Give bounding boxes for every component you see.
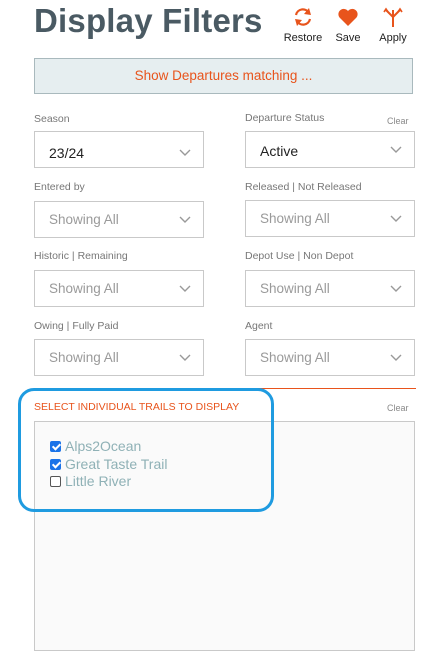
apply-button[interactable]: Apply <box>371 6 415 44</box>
released-value: Showing All <box>260 211 330 226</box>
owing-value: Showing All <box>49 350 119 365</box>
departure-status-value: Active <box>260 143 299 159</box>
restore-label: Restore <box>283 32 323 44</box>
departure-status-clear-link[interactable]: Clear <box>387 116 409 126</box>
chevron-down-icon <box>179 216 191 223</box>
depot-select[interactable]: Showing All <box>245 270 415 307</box>
chevron-down-icon <box>179 149 191 156</box>
released-select[interactable]: Showing All <box>245 200 415 237</box>
selection-highlight-outline <box>18 388 274 512</box>
depot-value: Showing All <box>260 281 330 296</box>
agent-label: Agent <box>245 320 273 332</box>
chevron-down-icon <box>390 285 402 292</box>
chevron-down-icon <box>179 285 191 292</box>
depot-label: Depot Use | Non Depot <box>245 250 354 262</box>
chevron-down-icon <box>179 354 191 361</box>
entered-by-value: Showing All <box>49 212 119 227</box>
entered-by-label: Entered by <box>34 181 85 193</box>
heart-icon <box>338 8 358 26</box>
apply-icon <box>383 7 403 27</box>
section-divider <box>243 388 416 389</box>
refresh-icon <box>294 8 312 26</box>
season-select[interactable]: 23/24 <box>34 131 204 168</box>
agent-select[interactable]: Showing All <box>245 339 415 376</box>
chevron-down-icon <box>390 146 402 153</box>
page-title: Display Filters <box>34 2 263 39</box>
historic-select[interactable]: Showing All <box>34 270 204 307</box>
trails-clear-link[interactable]: Clear <box>387 403 409 413</box>
owing-label: Owing | Fully Paid <box>34 320 119 332</box>
restore-button[interactable]: Restore <box>281 6 325 44</box>
save-button[interactable]: Save <box>326 6 370 44</box>
released-label: Released | Not Released <box>245 181 362 193</box>
historic-value: Showing All <box>49 281 119 296</box>
season-value: 23/24 <box>49 145 85 161</box>
season-label: Season <box>34 113 70 125</box>
entered-by-select[interactable]: Showing All <box>34 201 204 238</box>
agent-value: Showing All <box>260 350 330 365</box>
show-departures-banner[interactable]: Show Departures matching ... <box>34 58 413 94</box>
departure-status-label: Departure Status <box>245 112 325 124</box>
owing-select[interactable]: Showing All <box>34 339 204 376</box>
historic-label: Historic | Remaining <box>34 250 128 262</box>
chevron-down-icon <box>390 215 402 222</box>
save-label: Save <box>335 32 361 44</box>
chevron-down-icon <box>390 354 402 361</box>
departure-status-select[interactable]: Active <box>245 131 415 168</box>
apply-label: Apply <box>379 32 407 44</box>
